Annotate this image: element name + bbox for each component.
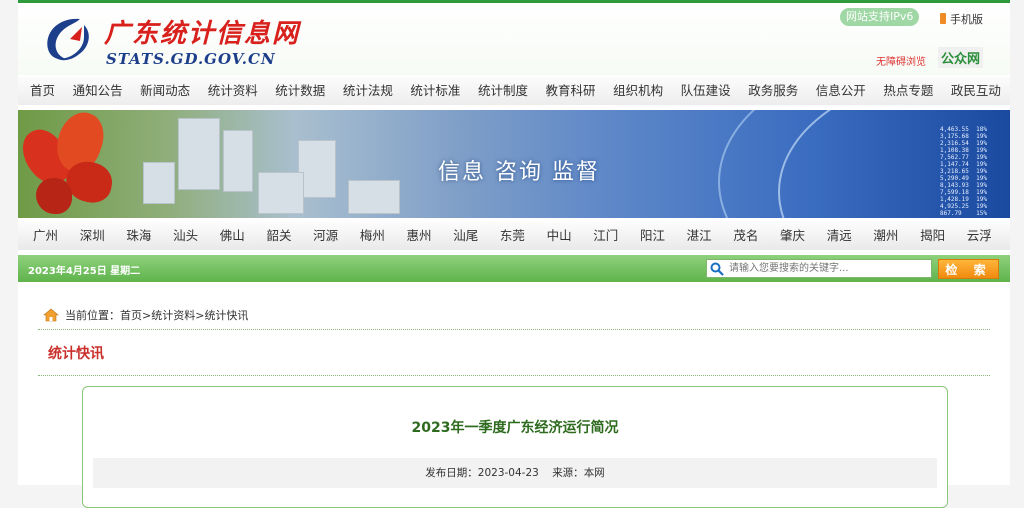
home-icon	[43, 308, 59, 322]
publish-date-label: 发布日期：	[425, 467, 478, 479]
article-title: 2023年一季度广东经济运行简况	[411, 420, 619, 436]
city-link[interactable]: 江门	[593, 221, 618, 250]
search-button[interactable]: 检 索	[938, 259, 999, 279]
nav-item[interactable]: 政务服务	[748, 77, 798, 105]
logo-icon[interactable]	[40, 15, 110, 63]
ipv6-badge: 网站支持IPv6	[840, 8, 920, 26]
city-link[interactable]: 河源	[313, 221, 338, 250]
page: 广东统计信息网 STATS.GD.GOV.CN 网站支持IPv6 手机版 无障碍…	[18, 0, 1010, 508]
public-account-link[interactable]: 公众网	[938, 47, 984, 68]
source-label: 来源：	[552, 467, 584, 479]
breadcrumb-link-stats-data[interactable]: 统计资料	[151, 307, 195, 323]
city-link[interactable]: 潮州	[873, 221, 898, 250]
city-link[interactable]: 阳江	[640, 221, 665, 250]
city-link[interactable]: 深圳	[80, 221, 105, 250]
city-link[interactable]: 揭阳	[920, 221, 945, 250]
breadcrumb: 当前位置： 首页 > 统计资料 > 统计快讯	[43, 307, 248, 323]
flower-graphic	[36, 178, 72, 214]
breadcrumb-link-home[interactable]: 首页	[120, 307, 142, 323]
publish-date: 2023-04-23	[477, 467, 539, 479]
banner-slogan: 信息 咨询 监督	[438, 160, 600, 185]
divider	[38, 375, 990, 376]
main-nav: 首页 通知公告 新闻动态 统计资料 统计数据 统计法规 统计标准 统计制度 教育…	[18, 77, 1010, 105]
current-date: 2023年4月25日 星期二	[28, 266, 141, 277]
mobile-version-label: 手机版	[950, 13, 983, 26]
banner: 信息 咨询 监督 4,463.55 18% 3,175.68 19% 2,316…	[18, 110, 1010, 218]
city-link[interactable]: 湛江	[687, 221, 712, 250]
building-graphic	[143, 162, 175, 204]
article-panel: 2023年一季度广东经济运行简况 发布日期：2023-04-23 来源：本网	[82, 386, 948, 508]
breadcrumb-prefix: 当前位置：	[65, 309, 120, 322]
city-link[interactable]: 清远	[827, 221, 852, 250]
nav-item[interactable]: 教育科研	[546, 77, 596, 105]
city-link[interactable]: 肇庆	[780, 221, 805, 250]
search-icon	[710, 262, 724, 276]
city-link[interactable]: 惠州	[407, 221, 432, 250]
building-graphic	[223, 130, 253, 192]
nav-item[interactable]: 统计资料	[208, 77, 258, 105]
logo-title-cn[interactable]: 广东统计信息网	[104, 19, 300, 49]
banner-figures: 4,463.55 18% 3,175.68 19% 2,316.54 19% 1…	[940, 126, 987, 217]
nav-item[interactable]: 队伍建设	[681, 77, 731, 105]
toolbar: 2023年4月25日 星期二 检 索	[18, 255, 1010, 282]
logo-title-en[interactable]: STATS.GD.GOV.CN	[106, 50, 276, 68]
city-link[interactable]: 汕尾	[453, 221, 478, 250]
article-meta: 发布日期：2023-04-23 来源：本网	[93, 458, 937, 488]
nav-item[interactable]: 统计制度	[478, 77, 528, 105]
nav-item[interactable]: 信息公开	[816, 77, 866, 105]
city-link[interactable]: 东莞	[500, 221, 525, 250]
city-link[interactable]: 茂名	[733, 221, 758, 250]
city-link[interactable]: 汕头	[173, 221, 198, 250]
search-box	[706, 259, 932, 278]
nav-item[interactable]: 组织机构	[613, 77, 663, 105]
city-nav: 广州 深圳 珠海 汕头 佛山 韶关 河源 梅州 惠州 汕尾 东莞 中山 江门 阳…	[18, 221, 1010, 250]
mobile-version-link[interactable]: 手机版	[940, 11, 983, 27]
breadcrumb-separator: >	[142, 308, 152, 322]
nav-item[interactable]: 统计数据	[275, 77, 325, 105]
breadcrumb-link-stats-news[interactable]: 统计快讯	[204, 307, 248, 323]
city-link[interactable]: 广州	[33, 221, 58, 250]
city-link[interactable]: 梅州	[360, 221, 385, 250]
phone-icon	[940, 13, 946, 24]
nav-item[interactable]: 统计法规	[343, 77, 393, 105]
building-graphic	[258, 172, 304, 214]
nav-item[interactable]: 通知公告	[73, 77, 123, 105]
breadcrumb-separator: >	[195, 308, 205, 322]
city-link[interactable]: 中山	[547, 221, 572, 250]
building-graphic	[348, 180, 400, 214]
building-graphic	[178, 118, 220, 190]
barrier-free-link[interactable]: 无障碍浏览	[876, 53, 926, 68]
nav-item[interactable]: 热点专题	[883, 77, 933, 105]
city-link[interactable]: 珠海	[126, 221, 151, 250]
nav-item[interactable]: 新闻动态	[140, 77, 190, 105]
source-value: 本网	[583, 467, 605, 479]
city-link[interactable]: 佛山	[220, 221, 245, 250]
nav-item[interactable]: 政民互动	[951, 77, 1001, 105]
site-header: 广东统计信息网 STATS.GD.GOV.CN 网站支持IPv6 手机版 无障碍…	[18, 3, 1010, 75]
nav-item[interactable]: 统计标准	[410, 77, 460, 105]
search-input[interactable]	[729, 260, 929, 277]
city-link[interactable]: 韶关	[266, 221, 291, 250]
section-title: 统计快讯	[48, 346, 104, 362]
nav-item[interactable]: 首页	[30, 77, 55, 105]
city-link[interactable]: 云浮	[967, 221, 992, 250]
divider	[38, 329, 990, 330]
